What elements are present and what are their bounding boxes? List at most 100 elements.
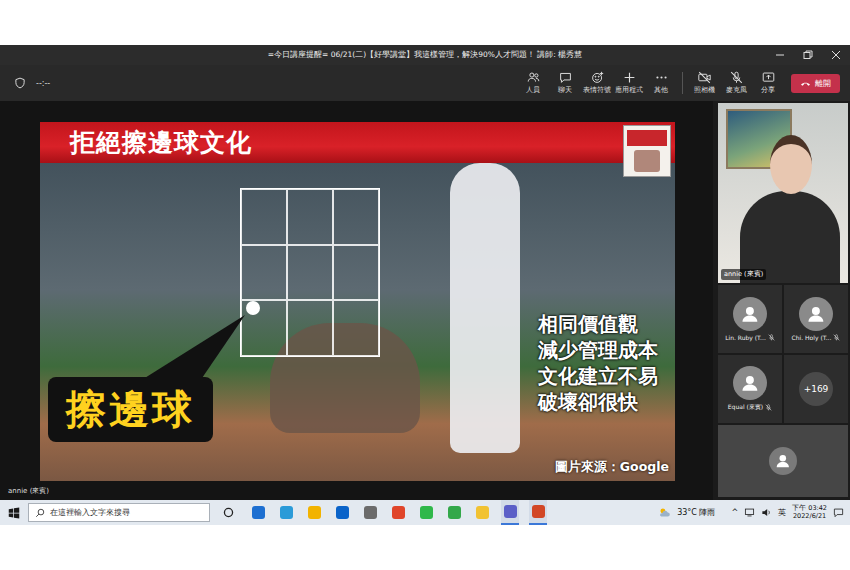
clock[interactable]: 下午 03:422022/6/21 [792,505,827,520]
system-tray: 33°C 陣雨 ^ 英下午 03:422022/6/21 [658,505,844,520]
app-icon [448,506,461,519]
taskbar: 在這裡輸入文字來搜尋 33°C 陣雨 ^ 英下午 03:422022/6/21 [0,500,850,525]
leave-button[interactable]: 離開 [791,74,840,93]
app-icon [392,506,405,519]
search-icon [35,508,45,518]
slide-points: 相同價值觀減少管理成本文化建立不易破壞卻很快 [538,311,658,415]
participant-name: Lin. Ruby (T... [725,334,766,341]
shield-icon[interactable] [14,77,26,89]
app-icon [364,506,377,519]
apps-icon [623,71,636,84]
taskbar-app[interactable] [361,500,379,525]
participant-tile[interactable]: Lin. Ruby (T... [718,285,782,353]
window-controls [774,49,842,61]
taskbar-app[interactable] [417,500,435,525]
strike-zone [240,188,380,357]
book-cover [623,125,671,177]
app-icon [420,506,433,519]
minimize-icon[interactable] [774,49,786,61]
meeting-toolbar: --:-- 人員聊天表情符號應用程式其他照相機麥克風分享離開 [0,65,850,101]
more-participants-tile[interactable]: +169 [784,355,848,423]
image-credit: 圖片來源：Google [555,459,669,476]
person-icon [773,451,793,471]
hang-up-icon [800,78,811,89]
toolbar-button[interactable]: 其他 [646,71,676,95]
speaker-video[interactable]: annie (來賓) [718,103,848,283]
device-controls: 照相機麥克風分享 [689,71,783,95]
app-icon [476,506,489,519]
device-button[interactable]: 麥克風 [721,71,751,95]
notification-icon[interactable] [833,507,844,518]
participant-tile[interactable]: Equal (來賓) [718,355,782,423]
taskbar-app[interactable] [249,500,267,525]
participant-grid: Lin. Ruby (T... Chi. Holy (T... Equal (來賓)… [718,285,848,423]
speaker-head [770,135,812,194]
meeting-timer: --:-- [36,79,50,88]
self-tile[interactable] [718,425,848,497]
meeting-body: 拒絕擦邊球文化擦邊球 相同價值觀減少管理成本文化建立不易破壞卻很快圖片來源：Goo… [0,101,850,500]
taskbar-app[interactable] [529,500,547,525]
people-icon [527,71,540,84]
title-bar: =今日講座提醒= 06/21(二)【好學講堂】我這樣管理，解決90%人才問題！ … [0,45,850,65]
avatar [799,297,833,331]
network-icon[interactable] [744,507,755,518]
baseball-photo: 擦邊球 相同價值觀減少管理成本文化建立不易破壞卻很快圖片來源：Google [40,163,675,481]
device-button[interactable]: 分享 [753,71,783,95]
tray-overflow[interactable]: ^ [731,508,738,517]
slide-point: 文化建立不易 [538,363,658,389]
weather-icon [658,506,671,519]
person-icon [738,302,762,326]
slide-point: 減少管理成本 [538,337,658,363]
screen: =今日講座提醒= 06/21(二)【好學講堂】我這樣管理，解決90%人才問題！ … [0,0,850,570]
more-icon [655,71,668,84]
person-icon [738,371,762,395]
taskbar-app[interactable] [305,500,323,525]
react-icon [591,71,604,84]
restore-icon[interactable] [802,49,814,61]
catcher-figure [270,323,420,433]
slide-point: 相同價值觀 [538,311,658,337]
app-icon [308,506,321,519]
device-button[interactable]: 照相機 [689,71,719,95]
share-icon [762,71,775,84]
slide-callout: 擦邊球 [48,377,213,442]
toolbar-button[interactable]: 聊天 [550,71,580,95]
input-method[interactable]: 英 [778,507,786,518]
mic-status-icon [765,404,772,411]
taskbar-app[interactable] [277,500,295,525]
close-icon[interactable] [830,49,842,61]
app-icon [336,506,349,519]
slide-header: 拒絕擦邊球文化 [40,122,675,163]
taskbar-app[interactable] [389,500,407,525]
toolbar-button[interactable]: 表情符號 [582,71,612,95]
speaker-icon[interactable] [761,507,772,518]
task-view-icon[interactable] [222,506,235,519]
participants-panel: annie (來賓) Lin. Ruby (T... Chi. Holy (T...… [713,101,850,500]
teams-window: =今日講座提醒= 06/21(二)【好學講堂】我這樣管理，解決90%人才問題！ … [0,45,850,500]
toolbar-button[interactable]: 應用程式 [614,71,644,95]
taskbar-app[interactable] [445,500,463,525]
batter-figure [450,163,520,453]
participant-tile[interactable]: Chi. Holy (T... [784,285,848,353]
slide-title: 拒絕擦邊球文化 [70,126,252,159]
chat-icon [559,71,572,84]
taskbar-app[interactable] [501,500,519,525]
windows-start-icon[interactable] [8,507,20,519]
avatar [769,447,797,475]
toolbar-button[interactable]: 人員 [518,71,548,95]
app-icon [280,506,293,519]
taskbar-app[interactable] [473,500,491,525]
ball [246,301,260,315]
slide-point: 破壞卻很快 [538,389,658,415]
pinned-apps [249,500,547,525]
presenter-label: annie (來賓) [8,486,49,496]
meeting-actions: 人員聊天表情符號應用程式其他 [518,71,676,95]
participant-name: Chi. Holy (T... [792,334,832,341]
mic-status-icon [768,334,775,341]
mic-status-icon [833,334,840,341]
taskbar-search[interactable]: 在這裡輸入文字來搜尋 [28,503,210,522]
mic-icon [730,71,743,84]
weather-text[interactable]: 33°C 陣雨 [677,507,715,518]
taskbar-app[interactable] [333,500,351,525]
app-icon [252,506,265,519]
